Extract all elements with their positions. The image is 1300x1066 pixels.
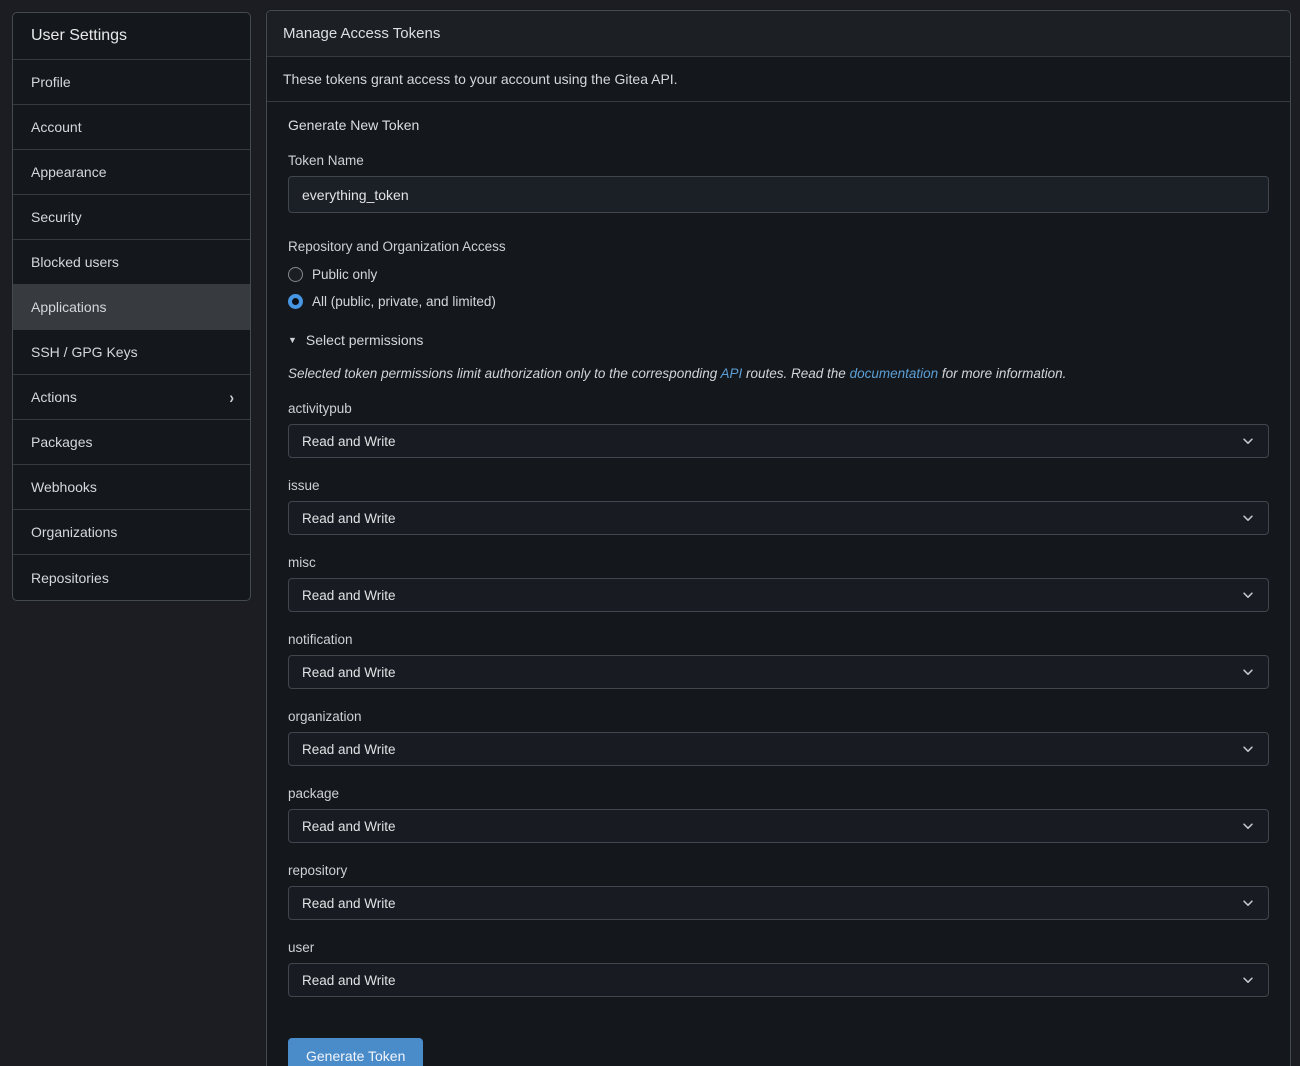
scope-select-value: Read and Write <box>302 511 396 526</box>
scope-select-issue[interactable]: Read and Write <box>288 501 1269 535</box>
scope-selectors: activitypub Read and Write issue Read an… <box>288 401 1269 997</box>
scope-select-value: Read and Write <box>302 973 396 988</box>
scope-select-user[interactable]: Read and Write <box>288 963 1269 997</box>
scope-select-value: Read and Write <box>302 588 396 603</box>
sidebar-item-applications[interactable]: Applications › <box>13 285 250 330</box>
sidebar-item-webhooks[interactable]: Webhooks › <box>13 465 250 510</box>
scope-select-notification[interactable]: Read and Write <box>288 655 1269 689</box>
sidebar-item-label: Organizations <box>31 524 117 540</box>
scope-group-notification: notification Read and Write <box>288 632 1269 689</box>
scope-label: activitypub <box>288 401 1269 416</box>
sidebar-item-label: Blocked users <box>31 254 119 270</box>
select-permissions-toggle[interactable]: ▼ Select permissions <box>288 332 1269 348</box>
sidebar-item-organizations[interactable]: Organizations › <box>13 510 250 555</box>
sidebar-item-label: Appearance <box>31 164 107 180</box>
scope-group-repository: repository Read and Write <box>288 863 1269 920</box>
scope-select-activitypub[interactable]: Read and Write <box>288 424 1269 458</box>
scope-label: repository <box>288 863 1269 878</box>
scope-group-organization: organization Read and Write <box>288 709 1269 766</box>
scope-label: issue <box>288 478 1269 493</box>
sidebar-item-label: Repositories <box>31 570 109 586</box>
scope-label: user <box>288 940 1269 955</box>
sidebar-nav: Profile › Account › Appearance › Securit… <box>13 60 250 600</box>
sidebar-item-label: Webhooks <box>31 479 97 495</box>
scope-select-value: Read and Write <box>302 665 396 680</box>
manage-tokens-panel: Manage Access Tokens These tokens grant … <box>266 10 1291 1066</box>
select-permissions-label: Select permissions <box>306 332 424 348</box>
scope-select-package[interactable]: Read and Write <box>288 809 1269 843</box>
access-radio-public-only[interactable]: Public only <box>288 265 1269 283</box>
scope-label: misc <box>288 555 1269 570</box>
radio-label: All (public, private, and limited) <box>312 294 496 309</box>
scope-group-user: user Read and Write <box>288 940 1269 997</box>
token-name-input[interactable] <box>288 176 1269 213</box>
sidebar-item-label: Applications <box>31 299 107 315</box>
sidebar-item-profile[interactable]: Profile › <box>13 60 250 105</box>
generate-new-token-heading: Generate New Token <box>288 117 1269 133</box>
scope-group-package: package Read and Write <box>288 786 1269 843</box>
sidebar-item-security[interactable]: Security › <box>13 195 250 240</box>
scope-select-value: Read and Write <box>302 896 396 911</box>
chevron-down-icon <box>1241 665 1255 679</box>
scope-select-value: Read and Write <box>302 742 396 757</box>
sidebar-item-account[interactable]: Account › <box>13 105 250 150</box>
scope-group-activitypub: activitypub Read and Write <box>288 401 1269 458</box>
scope-group-misc: misc Read and Write <box>288 555 1269 612</box>
note-text: for more information. <box>938 366 1066 381</box>
note-text: Selected token permissions limit authori… <box>288 366 720 381</box>
documentation-link[interactable]: documentation <box>850 366 939 381</box>
scope-label: organization <box>288 709 1269 724</box>
sidebar-item-ssh-gpg-keys[interactable]: SSH / GPG Keys › <box>13 330 250 375</box>
access-radio-all[interactable]: All (public, private, and limited) <box>288 292 1269 310</box>
note-text: routes. Read the <box>742 366 849 381</box>
radio-button-icon <box>288 267 303 282</box>
sidebar-item-label: Actions <box>31 389 77 405</box>
access-radio-group: Public only All (public, private, and li… <box>288 265 1269 310</box>
chevron-down-icon <box>1241 511 1255 525</box>
sidebar-item-label: Profile <box>31 74 71 90</box>
scope-select-misc[interactable]: Read and Write <box>288 578 1269 612</box>
permissions-note: Selected token permissions limit authori… <box>288 366 1269 381</box>
scope-select-value: Read and Write <box>302 819 396 834</box>
sidebar-item-packages[interactable]: Packages › <box>13 420 250 465</box>
scope-select-value: Read and Write <box>302 434 396 449</box>
chevron-right-icon: › <box>229 387 234 406</box>
scope-label: notification <box>288 632 1269 647</box>
settings-sidebar: User Settings Profile › Account › Appear… <box>12 12 251 601</box>
scope-group-issue: issue Read and Write <box>288 478 1269 535</box>
sidebar-item-repositories[interactable]: Repositories › <box>13 555 250 600</box>
scope-select-organization[interactable]: Read and Write <box>288 732 1269 766</box>
sidebar-item-label: Packages <box>31 434 92 450</box>
sidebar-item-actions[interactable]: Actions › <box>13 375 250 420</box>
chevron-down-icon <box>1241 588 1255 602</box>
chevron-down-icon <box>1241 896 1255 910</box>
sidebar-title: User Settings <box>13 13 250 60</box>
access-scope-label: Repository and Organization Access <box>288 239 1269 254</box>
generate-token-form: Generate New Token Token Name Repository… <box>267 102 1290 1066</box>
page: User Settings Profile › Account › Appear… <box>0 0 1300 1066</box>
generate-token-button[interactable]: Generate Token <box>288 1038 423 1066</box>
sidebar-item-label: Account <box>31 119 82 135</box>
chevron-down-icon <box>1241 973 1255 987</box>
chevron-down-icon <box>1241 434 1255 448</box>
sidebar-item-appearance[interactable]: Appearance › <box>13 150 250 195</box>
radio-button-icon <box>288 294 303 309</box>
triangle-down-icon: ▼ <box>288 335 297 345</box>
sidebar-item-blocked-users[interactable]: Blocked users › <box>13 240 250 285</box>
sidebar-item-label: Security <box>31 209 82 225</box>
api-link[interactable]: API <box>720 366 742 381</box>
radio-label: Public only <box>312 267 377 282</box>
panel-description: These tokens grant access to your accoun… <box>267 57 1290 102</box>
token-name-label: Token Name <box>288 153 1269 168</box>
chevron-down-icon <box>1241 742 1255 756</box>
scope-label: package <box>288 786 1269 801</box>
sidebar-item-label: SSH / GPG Keys <box>31 344 138 360</box>
panel-title: Manage Access Tokens <box>267 11 1290 57</box>
scope-select-repository[interactable]: Read and Write <box>288 886 1269 920</box>
chevron-down-icon <box>1241 819 1255 833</box>
